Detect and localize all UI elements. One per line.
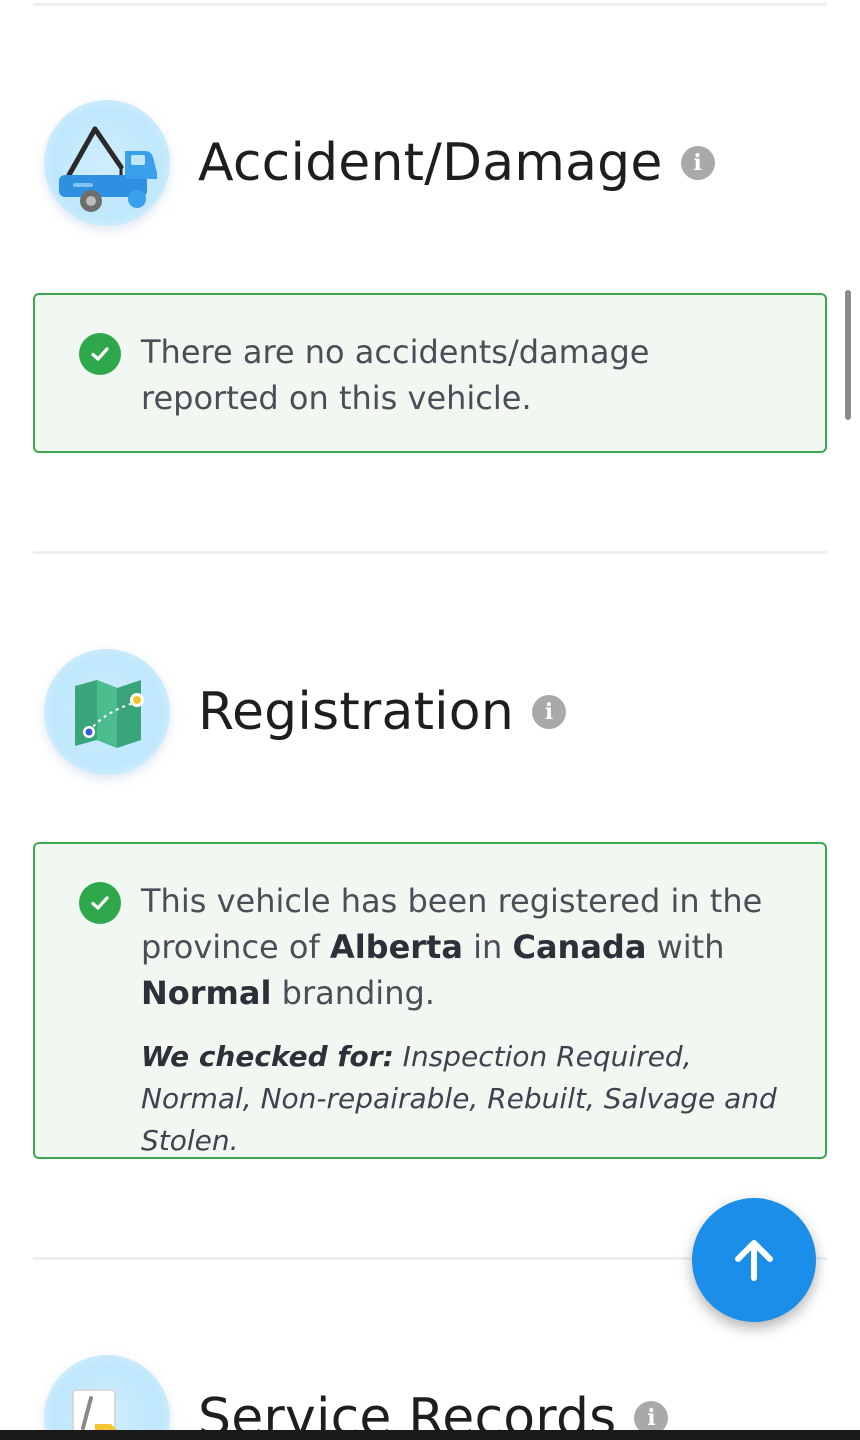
section-divider — [33, 3, 827, 6]
checked-for-text: We checked for: Inspection Required, Nor… — [141, 1036, 785, 1162]
accident-status-text: There are no accidents/damage reported o… — [141, 333, 650, 417]
country-value: Canada — [512, 928, 647, 966]
map-icon — [44, 649, 170, 775]
tow-truck-icon — [44, 100, 170, 226]
registration-status-box: This vehicle has been registered in the … — [33, 842, 827, 1159]
service-folder-icon — [44, 1355, 170, 1440]
info-icon[interactable]: i — [680, 146, 715, 180]
accident-title: Accident/Damage — [198, 133, 663, 193]
arrow-up-icon — [735, 1240, 773, 1281]
scrollbar[interactable] — [845, 290, 851, 420]
province-value: Alberta — [329, 928, 463, 966]
check-circle-icon — [79, 882, 121, 924]
check-circle-icon — [79, 333, 121, 375]
service-section-header: Service Records i — [44, 1355, 669, 1440]
accident-section-header: Accident/Damage i — [44, 100, 715, 226]
report-page: Accident/Damage i There are no accidents… — [0, 0, 860, 1440]
checked-for-label: We checked for: — [141, 1040, 394, 1073]
registration-section-header: Registration i — [44, 649, 566, 775]
branding-value: Normal — [141, 974, 272, 1012]
registration-title: Registration — [198, 682, 514, 742]
bottom-bar — [0, 1430, 860, 1440]
info-icon[interactable]: i — [531, 695, 566, 729]
registration-status-text: This vehicle has been registered in the … — [141, 882, 763, 1012]
section-divider — [33, 551, 827, 554]
accident-status-box: There are no accidents/damage reported o… — [33, 293, 827, 453]
scroll-to-top-button[interactable] — [692, 1198, 816, 1322]
